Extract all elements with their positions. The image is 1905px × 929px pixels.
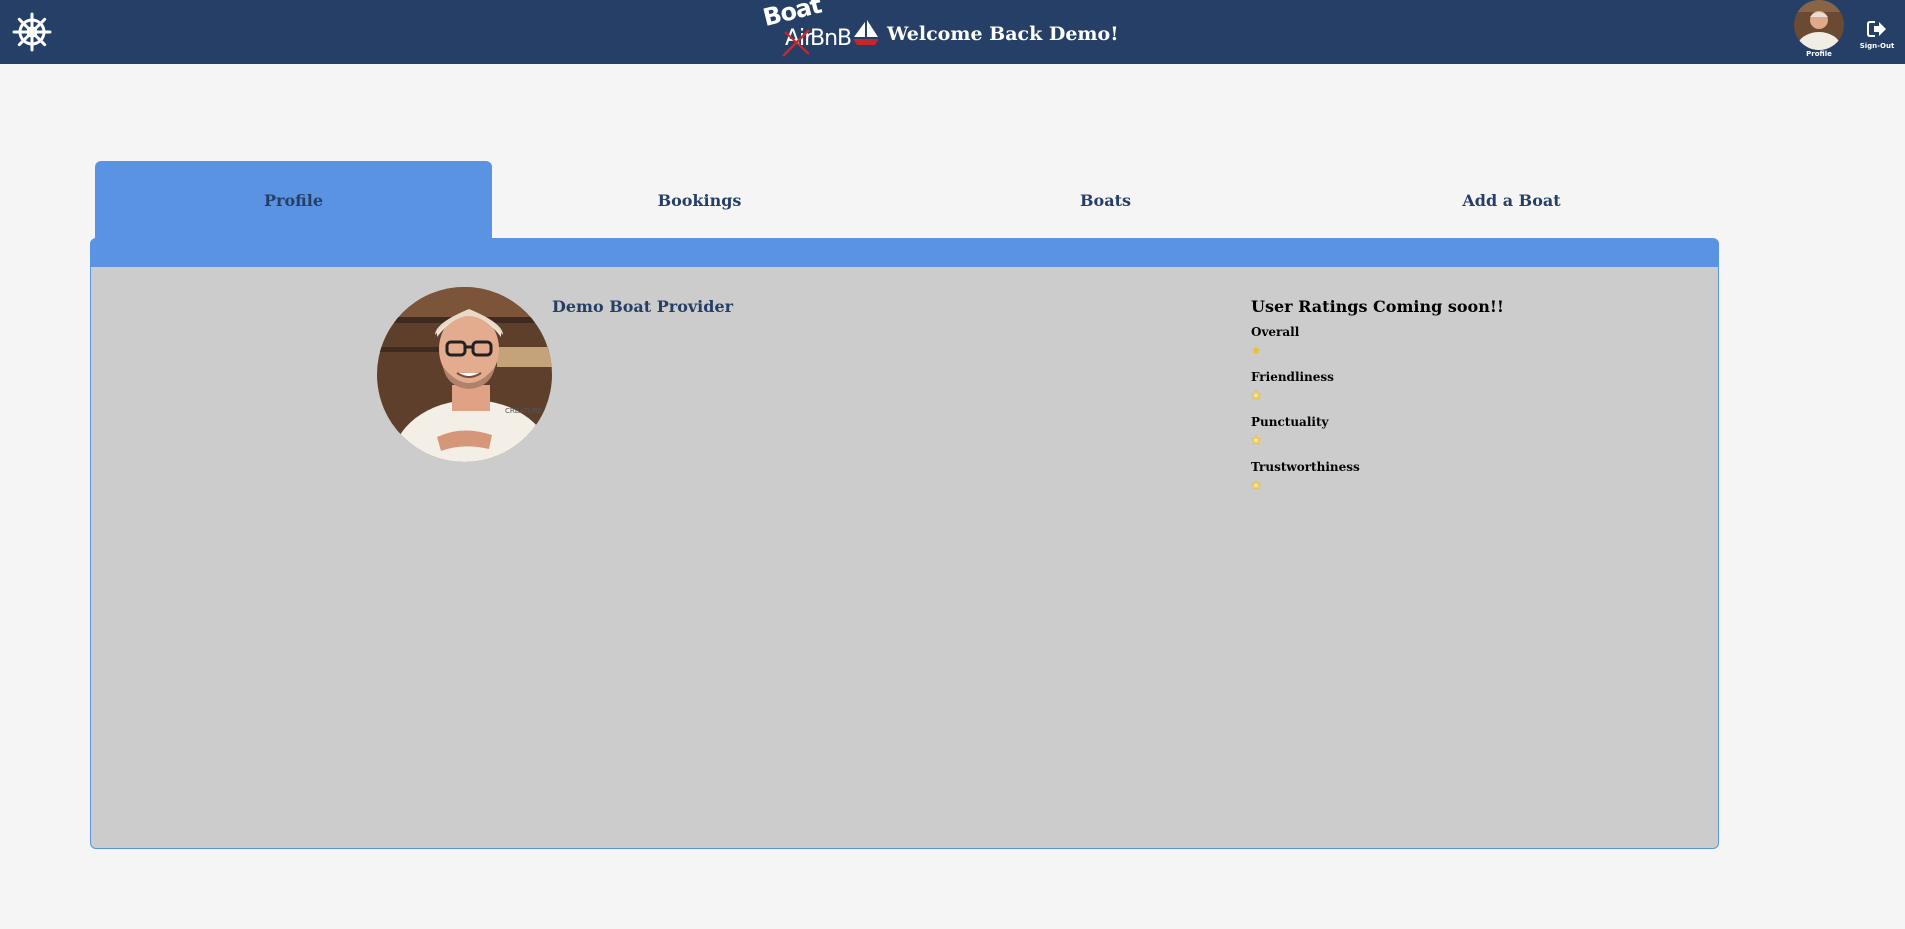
rating-stars-overall: [1251, 343, 1571, 366]
sign-out-icon: [1867, 21, 1886, 37]
sailboat-icon: [853, 20, 879, 45]
strike-mark-icon: [782, 29, 810, 57]
rating-stars-punctuality: [1251, 433, 1571, 456]
boat-airbnb-logo[interactable]: Boat Air BnB: [760, 0, 852, 60]
profile-tabs: Profile Bookings Boats Add a Boat: [95, 161, 1719, 239]
tab-bookings[interactable]: Bookings: [501, 161, 898, 239]
nav-profile-label: Profile: [1806, 50, 1832, 58]
rating-stars-friendliness: [1251, 388, 1571, 411]
svg-text:CREATURE: CREATURE: [505, 407, 542, 415]
profile-avatar: CREATURE: [377, 287, 552, 462]
brand[interactable]: Boat Air BnB Welcome Back Demo!: [760, 0, 1119, 60]
user-ratings: User Ratings Coming soon!! Overall Frien…: [1251, 295, 1571, 501]
ratings-title: User Ratings Coming soon!!: [1251, 297, 1504, 316]
rating-stars-trustworthiness: [1251, 478, 1571, 501]
rating-label-trustworthiness: Trustworthiness: [1251, 460, 1360, 474]
rating-label-friendliness: Friendliness: [1251, 370, 1334, 384]
sign-out-label: Sign-Out: [1859, 42, 1895, 50]
nav-profile-button[interactable]: Profile: [1793, 0, 1845, 64]
tab-profile[interactable]: Profile: [95, 161, 492, 239]
tab-boats[interactable]: Boats: [907, 161, 1304, 239]
welcome-message: Welcome Back Demo!: [887, 23, 1119, 45]
tab-header-strip: [90, 238, 1719, 267]
profile-panel: CREATURE Demo Boat Provider User Ratings…: [90, 267, 1719, 849]
ship-wheel-icon[interactable]: [12, 12, 52, 52]
star-outline-icon: [1251, 390, 1261, 400]
logo-bnb-text: BnB: [810, 26, 852, 51]
sign-out-button[interactable]: Sign-Out: [1857, 20, 1897, 64]
star-filled-icon: [1251, 345, 1261, 355]
tab-add-a-boat[interactable]: Add a Boat: [1313, 161, 1710, 239]
nav-avatar: [1794, 0, 1844, 50]
star-outline-icon: [1251, 435, 1261, 445]
provider-name: Demo Boat Provider: [552, 297, 734, 316]
navbar: Boat Air BnB Welcome Back Demo! Profile …: [0, 0, 1905, 64]
rating-label-punctuality: Punctuality: [1251, 415, 1329, 429]
rating-label-overall: Overall: [1251, 325, 1300, 339]
profile-photo-icon: CREATURE: [377, 287, 552, 462]
avatar-photo-icon: [1794, 0, 1844, 50]
star-outline-icon: [1251, 480, 1261, 490]
